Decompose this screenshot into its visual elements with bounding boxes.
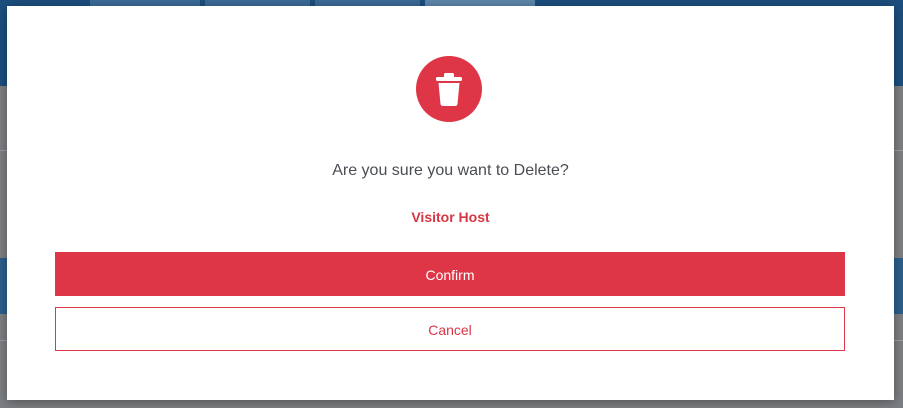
confirm-button[interactable]: Confirm (55, 252, 845, 296)
cancel-button[interactable]: Cancel (55, 307, 845, 351)
item-to-delete: Visitor Host (411, 209, 490, 225)
confirmation-question: Are you sure you want to Delete? (332, 162, 569, 179)
delete-confirmation-dialog: Are you sure you want to Delete? Visitor… (7, 6, 894, 400)
trash-icon (416, 56, 482, 122)
